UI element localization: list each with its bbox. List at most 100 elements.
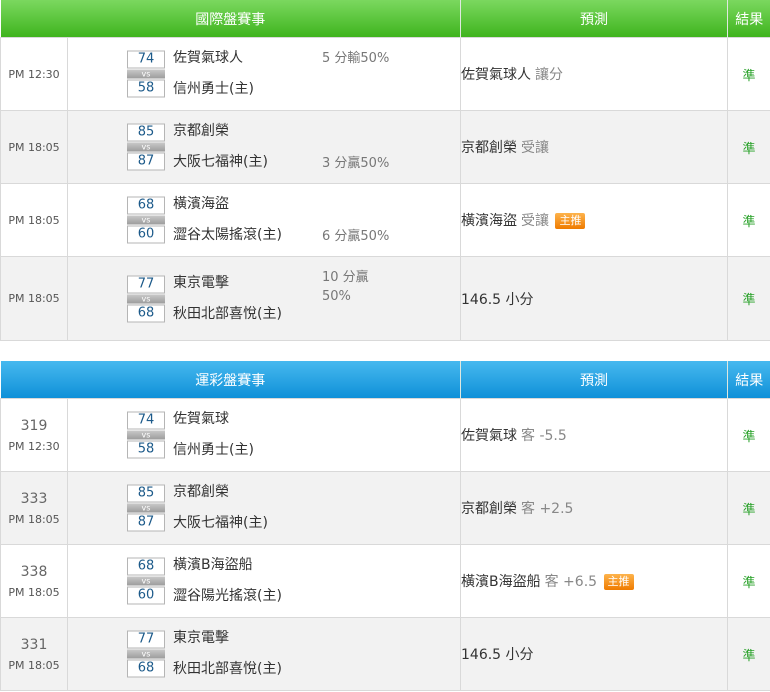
prediction-header: 預測 bbox=[460, 361, 728, 399]
matchup-cell: 74 vs 58 佐賀氣球人 信州勇士(主) 5 分輸50% bbox=[67, 37, 461, 111]
prediction-line: 客 +6.5 bbox=[544, 574, 598, 590]
game-time-cell: 319 PM 12:30 bbox=[0, 398, 68, 472]
result-status: 準 bbox=[742, 68, 756, 84]
away-team[interactable]: 橫濱海盜 bbox=[173, 189, 282, 220]
away-team[interactable]: 佐賀氣球人 bbox=[173, 43, 254, 74]
vs-label: vs bbox=[127, 294, 165, 303]
result-cell: 準 bbox=[727, 110, 770, 184]
away-team[interactable]: 京都創榮 bbox=[173, 116, 268, 147]
game-time-cell: PM 12:30 bbox=[0, 37, 68, 111]
table-row[interactable]: PM 18:05 68 vs 60 橫濱海盜 澀谷太陽搖滾(主) 6 分贏50%… bbox=[0, 183, 770, 257]
vs-label: vs bbox=[127, 430, 165, 440]
game-time: PM 18:05 bbox=[8, 512, 60, 526]
game-time-cell: 333 PM 18:05 bbox=[0, 471, 68, 545]
team-names: 佐賀氣球 信州勇士(主) bbox=[173, 404, 254, 466]
game-time: PM 12:30 bbox=[8, 439, 60, 453]
prediction-type: 讓分 bbox=[535, 67, 563, 83]
team-names: 京都創榮 大阪七福神(主) bbox=[173, 116, 268, 178]
table-row[interactable]: 319 PM 12:30 74 vs 58 佐賀氣球 信州勇士(主) 佐賀氣球客… bbox=[0, 398, 770, 472]
matchup-cell: 85 vs 87 京都創榮 大阪七福神(主) 3 分贏50% bbox=[67, 110, 461, 184]
table-header: 運彩盤賽事 預測 結果 bbox=[0, 361, 770, 399]
prediction-cell: 佐賀氣球客 -5.5 bbox=[460, 398, 728, 472]
prediction-type: 受讓 bbox=[521, 213, 549, 229]
matchup-cell: 85 vs 87 京都創榮 大阪七福神(主) bbox=[67, 471, 461, 545]
home-team[interactable]: 信州勇士(主) bbox=[173, 435, 254, 466]
game-time-cell: PM 18:05 bbox=[0, 183, 68, 257]
prediction-line: 客 -5.5 bbox=[521, 428, 567, 444]
home-team[interactable]: 秋田北部喜悅(主) bbox=[173, 654, 282, 685]
prediction-cell: 京都創榮客 +2.5 bbox=[460, 471, 728, 545]
away-score: 68 bbox=[127, 196, 165, 215]
table-header: 國際盤賽事 預測 結果 bbox=[0, 0, 770, 38]
team-names: 東京電擊 秋田北部喜悅(主) bbox=[173, 268, 282, 330]
sports-lottery-table: 運彩盤賽事 預測 結果 319 PM 12:30 74 vs 58 佐賀氣球 信… bbox=[0, 361, 770, 691]
home-score: 87 bbox=[127, 513, 165, 532]
prediction-pick: 146.5 小分 bbox=[461, 291, 534, 308]
table-row[interactable]: PM 18:05 85 vs 87 京都創榮 大阪七福神(主) 3 分贏50% … bbox=[0, 110, 770, 184]
matchup-cell: 68 vs 60 橫濱B海盜船 澀谷陽光搖滾(主) bbox=[67, 544, 461, 618]
home-score: 68 bbox=[127, 304, 165, 322]
result-status: 準 bbox=[742, 141, 756, 157]
game-time: PM 18:05 bbox=[8, 140, 60, 154]
away-score: 68 bbox=[127, 557, 165, 576]
result-cell: 準 bbox=[727, 183, 770, 257]
handicap-text: 3 分贏50% bbox=[322, 156, 390, 171]
home-score: 87 bbox=[127, 152, 165, 171]
vs-label: vs bbox=[127, 142, 165, 152]
score-box: 77 vs 68 bbox=[127, 630, 165, 678]
handicap-text: 5 分輸50% bbox=[322, 51, 390, 66]
home-team[interactable]: 信州勇士(主) bbox=[173, 74, 254, 105]
score-box: 85 vs 87 bbox=[127, 484, 165, 532]
home-score: 60 bbox=[127, 225, 165, 244]
away-team[interactable]: 橫濱B海盜船 bbox=[173, 550, 282, 581]
away-score: 74 bbox=[127, 50, 165, 69]
section-title: 運彩盤賽事 bbox=[0, 361, 461, 399]
home-team[interactable]: 大阪七福神(主) bbox=[173, 147, 268, 178]
vs-label: vs bbox=[127, 69, 165, 79]
prediction-pick: 佐賀氣球人 bbox=[461, 67, 531, 83]
table-row[interactable]: PM 18:05 77 vs 68 東京電擊 秋田北部喜悅(主) 10 分贏50… bbox=[0, 256, 770, 341]
away-score: 85 bbox=[127, 123, 165, 142]
game-id: 331 bbox=[20, 636, 48, 653]
vs-label: vs bbox=[127, 576, 165, 586]
prediction-pick: 橫濱海盜 bbox=[461, 213, 517, 229]
result-cell: 準 bbox=[727, 256, 770, 341]
game-time: PM 18:05 bbox=[8, 292, 60, 305]
score-box: 68 vs 60 bbox=[127, 196, 165, 244]
prediction-cell: 橫濱B海盜船客 +6.5 主推 bbox=[460, 544, 728, 618]
away-team[interactable]: 東京電擊 bbox=[173, 623, 282, 654]
handicap-text: 6 分贏50% bbox=[322, 229, 390, 244]
game-time: PM 18:05 bbox=[8, 213, 60, 227]
result-header: 結果 bbox=[727, 361, 770, 399]
away-team[interactable]: 京都創榮 bbox=[173, 477, 268, 508]
game-time: PM 12:30 bbox=[8, 67, 60, 81]
table-row[interactable]: 338 PM 18:05 68 vs 60 橫濱B海盜船 澀谷陽光搖滾(主) 橫… bbox=[0, 544, 770, 618]
prediction-pick: 京都創榮 bbox=[461, 501, 517, 517]
result-cell: 準 bbox=[727, 398, 770, 472]
result-status: 準 bbox=[742, 214, 756, 230]
home-team[interactable]: 澀谷太陽搖滾(主) bbox=[173, 220, 282, 251]
table-row[interactable]: PM 12:30 74 vs 58 佐賀氣球人 信州勇士(主) 5 分輸50% … bbox=[0, 37, 770, 111]
team-names: 橫濱B海盜船 澀谷陽光搖滾(主) bbox=[173, 550, 282, 612]
home-team[interactable]: 大阪七福神(主) bbox=[173, 508, 268, 539]
game-id: 319 bbox=[20, 417, 48, 434]
vs-label: vs bbox=[127, 215, 165, 225]
table-row[interactable]: 331 PM 18:05 77 vs 68 東京電擊 秋田北部喜悅(主) 146… bbox=[0, 617, 770, 691]
prediction-pick: 橫濱B海盜船 bbox=[461, 574, 541, 590]
score-box: 74 vs 58 bbox=[127, 411, 165, 459]
prediction-line: 客 +2.5 bbox=[521, 501, 574, 517]
game-time-cell: PM 18:05 bbox=[0, 256, 68, 341]
score-box: 74 vs 58 bbox=[127, 50, 165, 98]
section-title: 國際盤賽事 bbox=[0, 0, 461, 38]
featured-pick-badge: 主推 bbox=[603, 574, 634, 590]
home-team[interactable]: 澀谷陽光搖滾(主) bbox=[173, 581, 282, 612]
away-team[interactable]: 佐賀氣球 bbox=[173, 404, 254, 435]
prediction-header: 預測 bbox=[460, 0, 728, 38]
result-cell: 準 bbox=[727, 544, 770, 618]
home-team[interactable]: 秋田北部喜悅(主) bbox=[173, 299, 282, 330]
score-box: 85 vs 87 bbox=[127, 123, 165, 171]
away-team[interactable]: 東京電擊 bbox=[173, 268, 282, 299]
game-time-cell: 331 PM 18:05 bbox=[0, 617, 68, 691]
away-score: 77 bbox=[127, 630, 165, 649]
table-row[interactable]: 333 PM 18:05 85 vs 87 京都創榮 大阪七福神(主) 京都創榮… bbox=[0, 471, 770, 545]
